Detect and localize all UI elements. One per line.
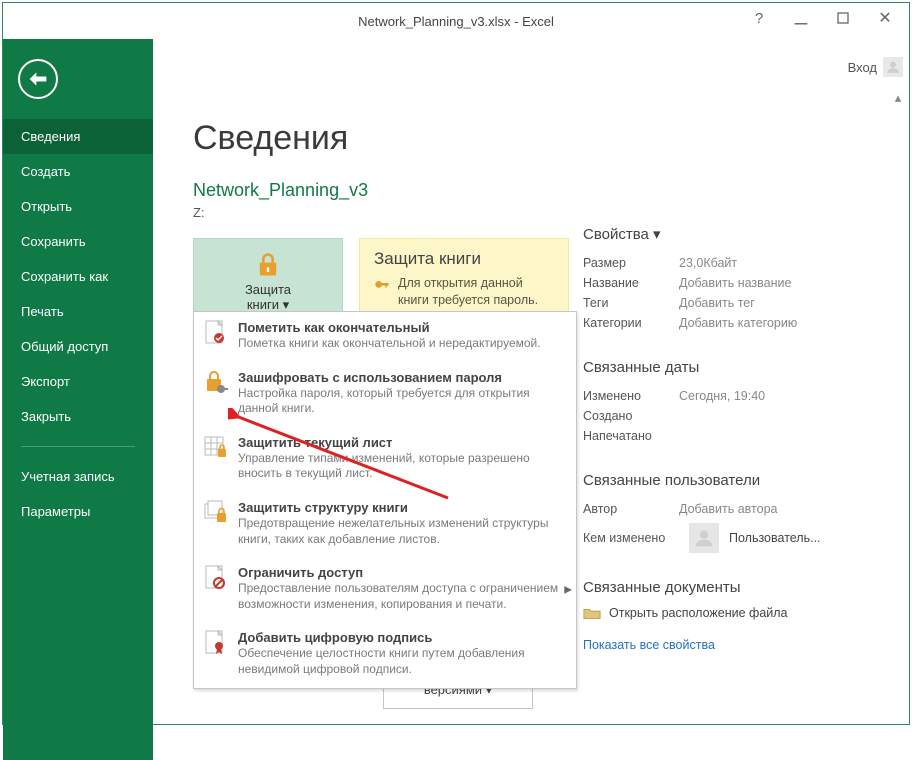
prop-label-size: Размер bbox=[583, 256, 679, 270]
user-avatar-icon bbox=[689, 523, 719, 553]
date-value-modified: Сегодня, 19:40 bbox=[679, 389, 765, 403]
sidebar-item-options[interactable]: Параметры bbox=[3, 494, 153, 529]
menu-encrypt-password[interactable]: Зашифровать с использованием пароля Наст… bbox=[194, 362, 576, 427]
date-label-printed: Напечатано bbox=[583, 429, 679, 443]
prop-value-tags[interactable]: Добавить тег bbox=[679, 296, 755, 310]
prop-value-categories[interactable]: Добавить категорию bbox=[679, 316, 797, 330]
prop-label-title: Название bbox=[583, 276, 679, 290]
back-button[interactable] bbox=[18, 59, 58, 99]
related-users-header: Связанные пользователи bbox=[583, 472, 873, 489]
document-final-icon bbox=[204, 320, 228, 346]
protect-workbook-menu: Пометить как окончательный Пометка книги… bbox=[193, 311, 577, 689]
properties-header[interactable]: Свойства ▾ bbox=[583, 225, 873, 243]
sidebar-item-new[interactable]: Создать bbox=[3, 154, 153, 189]
folder-icon bbox=[583, 606, 601, 620]
minimize-button[interactable]: _ bbox=[787, 2, 815, 24]
sidebar-item-print[interactable]: Печать bbox=[3, 294, 153, 329]
sidebar-item-account[interactable]: Учетная запись bbox=[3, 459, 153, 494]
menu-protect-sheet[interactable]: Защитить текущий лист Управление типами … bbox=[194, 427, 576, 492]
document-block-icon bbox=[204, 565, 228, 591]
sidebar-item-info[interactable]: Сведения bbox=[3, 119, 153, 154]
sidebar-item-saveas[interactable]: Сохранить как bbox=[3, 259, 153, 294]
menu-mark-final[interactable]: Пометить как окончательный Пометка книги… bbox=[194, 312, 576, 362]
sidebar-item-open[interactable]: Открыть bbox=[3, 189, 153, 224]
date-label-modified: Изменено bbox=[583, 389, 679, 403]
chevron-right-icon: ▶ bbox=[564, 584, 572, 595]
document-ribbon-icon bbox=[204, 630, 228, 656]
related-docs-header: Связанные документы bbox=[583, 579, 873, 596]
user-value-modifiedby: Пользователь... bbox=[729, 531, 821, 545]
menu-restrict-access[interactable]: Ограничить доступ Предоставление пользов… bbox=[194, 557, 576, 622]
user-value-author[interactable]: Добавить автора bbox=[679, 502, 777, 516]
backstage-sidebar: Сведения Создать Открыть Сохранить Сохра… bbox=[3, 39, 153, 760]
date-label-created: Создано bbox=[583, 409, 679, 423]
sidebar-item-share[interactable]: Общий доступ bbox=[3, 329, 153, 364]
key-icon bbox=[374, 275, 390, 309]
prop-label-tags: Теги bbox=[583, 296, 679, 310]
protect-button-label: Защита книги ▾ bbox=[245, 283, 291, 313]
page-heading: Сведения bbox=[193, 119, 879, 158]
lock-key-icon bbox=[204, 370, 228, 396]
prop-value-title[interactable]: Добавить название bbox=[679, 276, 791, 290]
menu-digital-signature[interactable]: Добавить цифровую подпись Обеспечение це… bbox=[194, 622, 576, 687]
show-all-properties-link[interactable]: Показать все свойства bbox=[583, 638, 873, 652]
protect-status-title: Защита книги bbox=[374, 249, 554, 269]
sidebar-item-save[interactable]: Сохранить bbox=[3, 224, 153, 259]
menu-protect-structure[interactable]: Защитить структуру книги Предотвращение … bbox=[194, 492, 576, 557]
prop-value-size: 23,0Кбайт bbox=[679, 256, 737, 270]
protect-status-text: Для открытия данной книги требуется паро… bbox=[398, 275, 554, 309]
structure-lock-icon bbox=[204, 500, 228, 526]
user-label-author: Автор bbox=[583, 502, 679, 516]
lock-icon bbox=[254, 251, 282, 279]
help-button[interactable]: ? bbox=[745, 7, 773, 29]
sidebar-item-close[interactable]: Закрыть bbox=[3, 399, 153, 434]
window-title: Network_Planning_v3.xlsx - Excel bbox=[358, 14, 554, 29]
close-button[interactable]: ✕ bbox=[871, 7, 899, 29]
user-label-modifiedby: Кем изменено bbox=[583, 531, 679, 545]
document-path: Z: bbox=[193, 205, 879, 220]
document-name: Network_Planning_v3 bbox=[193, 180, 879, 201]
sidebar-item-export[interactable]: Экспорт bbox=[3, 364, 153, 399]
sheet-lock-icon bbox=[204, 435, 228, 461]
restore-button[interactable] bbox=[829, 7, 857, 29]
related-dates-header: Связанные даты bbox=[583, 359, 873, 376]
open-file-location[interactable]: Открыть расположение файла bbox=[583, 606, 873, 620]
prop-label-categories: Категории bbox=[583, 316, 679, 330]
